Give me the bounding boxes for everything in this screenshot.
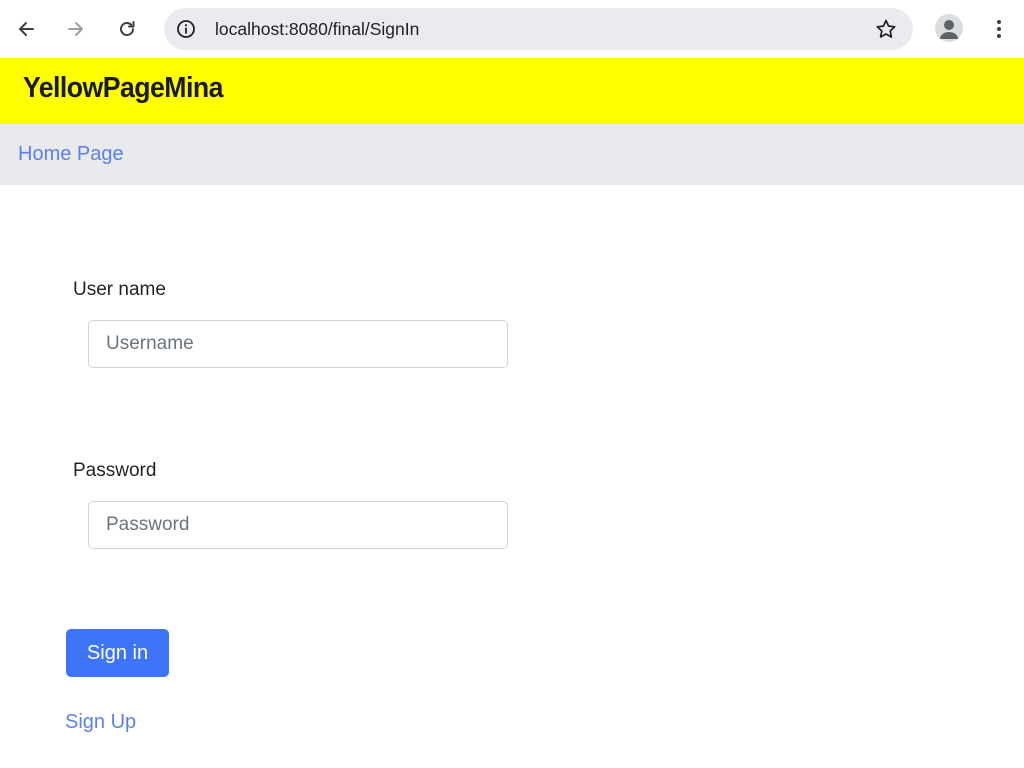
password-label: Password (73, 460, 157, 481)
brand-logo[interactable]: YellowPageMina (23, 72, 223, 105)
back-button[interactable] (8, 11, 44, 47)
sign-in-button[interactable]: Sign in (66, 629, 169, 677)
kebab-menu-icon[interactable] (988, 14, 1010, 44)
url-text[interactable]: localhost:8080/final/SignIn (215, 8, 419, 50)
star-icon[interactable] (875, 18, 897, 40)
browser-toolbar: localhost:8080/final/SignIn (0, 0, 1024, 58)
password-input[interactable] (88, 501, 508, 549)
profile-icon[interactable] (935, 14, 963, 42)
reload-icon (120, 21, 135, 36)
username-label: User name (73, 279, 166, 300)
forward-arrow-icon (68, 22, 83, 36)
info-icon[interactable] (175, 18, 197, 40)
home-page-link[interactable]: Home Page (18, 143, 124, 166)
forward-button[interactable] (58, 11, 94, 47)
site-header: YellowPageMina (0, 58, 1024, 124)
navbar: Home Page (0, 124, 1024, 185)
back-arrow-icon (19, 22, 34, 36)
reload-button[interactable] (109, 11, 145, 47)
address-bar[interactable]: localhost:8080/final/SignIn (164, 8, 913, 50)
username-input[interactable] (88, 320, 508, 368)
sign-up-link[interactable]: Sign Up (65, 711, 136, 734)
